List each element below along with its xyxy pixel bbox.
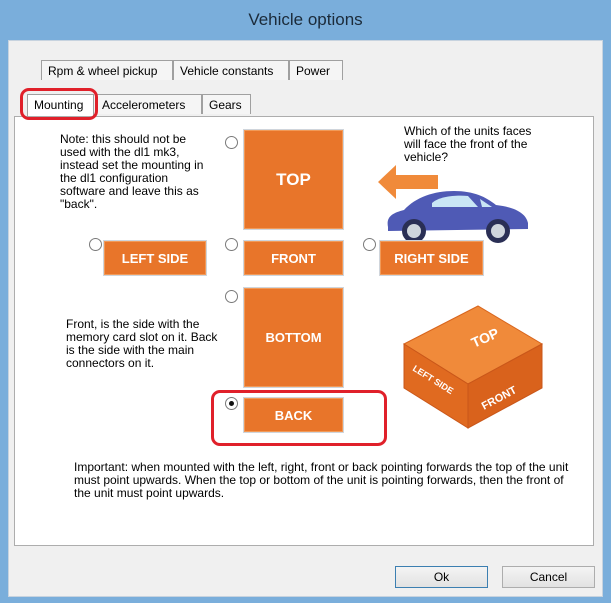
tab-vehicle-constants[interactable]: Vehicle constants xyxy=(173,60,289,80)
important-text: Important: when mounted with the left, r… xyxy=(74,460,569,500)
tab-accelerometers[interactable]: Accelerometers xyxy=(95,94,202,114)
window-title: Vehicle options xyxy=(248,10,363,29)
radio-back[interactable] xyxy=(225,397,238,410)
mount-top-button[interactable]: TOP xyxy=(243,129,344,230)
front-back-description: Front, is the side with the memory card … xyxy=(66,317,218,370)
radio-left-side[interactable] xyxy=(89,238,102,251)
tab-power[interactable]: Power xyxy=(289,60,343,80)
question-text: Which of the units faces will face the f… xyxy=(404,124,532,164)
mount-left-side-button[interactable]: LEFT SIDE xyxy=(103,240,207,276)
note-text: Note: this should not be used with the d… xyxy=(60,132,204,211)
radio-top[interactable] xyxy=(225,136,238,149)
unit-cube-illustration: TOP LEFT SIDE FRONT xyxy=(402,305,544,429)
tab-mounting[interactable]: Mounting xyxy=(27,94,94,117)
tab-rpm-wheel-pickup[interactable]: Rpm & wheel pickup xyxy=(41,60,173,80)
ok-button[interactable]: Ok xyxy=(395,566,488,588)
tab-gears[interactable]: Gears xyxy=(202,94,251,114)
radio-right-side[interactable] xyxy=(363,238,376,251)
radio-bottom[interactable] xyxy=(225,290,238,303)
vehicle-options-window: Vehicle options Rpm & wheel pickup Vehic… xyxy=(0,0,611,603)
cancel-button[interactable]: Cancel xyxy=(502,566,595,588)
mount-right-side-button[interactable]: RIGHT SIDE xyxy=(379,240,484,276)
car-icon xyxy=(387,191,528,243)
mount-back-button[interactable]: BACK xyxy=(243,397,344,433)
mount-front-button[interactable]: FRONT xyxy=(243,240,344,276)
radio-front[interactable] xyxy=(225,238,238,251)
mount-bottom-button[interactable]: BOTTOM xyxy=(243,287,344,388)
